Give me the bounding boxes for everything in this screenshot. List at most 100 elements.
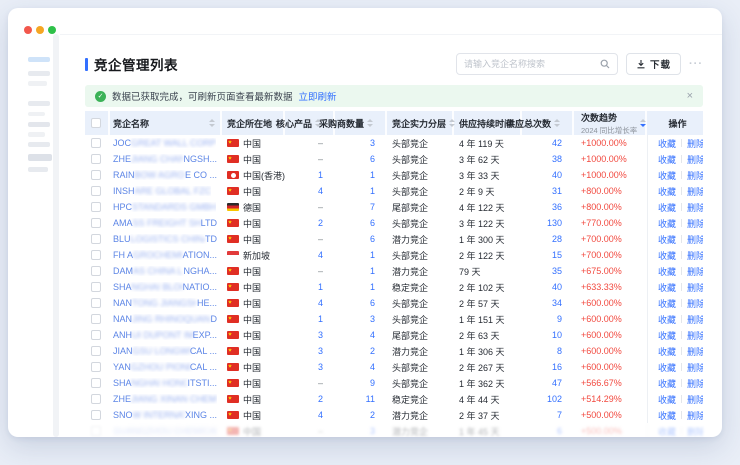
action-divider xyxy=(681,283,682,291)
company-name-link[interactable]: AMASS FREIGHT SHANGHAI CO LTD xyxy=(113,218,217,228)
favorite-link[interactable]: 收藏 xyxy=(658,425,676,438)
delete-link[interactable]: 删除 xyxy=(687,409,703,422)
delete-link[interactable]: 删除 xyxy=(687,281,703,294)
favorite-link[interactable]: 收藏 xyxy=(658,217,676,230)
row-checkbox[interactable] xyxy=(91,234,101,244)
row-checkbox[interactable] xyxy=(91,186,101,196)
delete-link[interactable]: 删除 xyxy=(687,345,703,358)
company-name-link[interactable]: DAMAS CHINA LIMITED SHANGHA... xyxy=(113,266,217,276)
column-header[interactable]: 采购商数量 xyxy=(335,111,387,135)
delete-link[interactable]: 删除 xyxy=(687,233,703,246)
search-icon[interactable] xyxy=(600,59,610,69)
company-name-link[interactable]: ANHUI DUPONT IMPORT AND EXP... xyxy=(113,330,217,340)
company-name-link[interactable]: ZHEJIANG CHANGXING ZHONGSH... xyxy=(113,154,217,164)
row-checkbox[interactable] xyxy=(91,282,101,292)
delete-link[interactable]: 删除 xyxy=(687,265,703,278)
favorite-link[interactable]: 收藏 xyxy=(658,265,676,278)
favorite-link[interactable]: 收藏 xyxy=(658,297,676,310)
delete-link[interactable]: 删除 xyxy=(687,137,703,150)
select-all-checkbox[interactable] xyxy=(91,118,101,128)
delete-link[interactable]: 删除 xyxy=(687,217,703,230)
company-name-link[interactable]: SHANGHAI BLOOMING INTERNATIO... xyxy=(113,282,217,292)
delete-link[interactable]: 删除 xyxy=(687,329,703,342)
more-options-icon[interactable]: ··· xyxy=(689,58,703,70)
search-box[interactable] xyxy=(456,53,618,75)
favorite-link[interactable]: 收藏 xyxy=(658,345,676,358)
row-checkbox[interactable] xyxy=(91,346,101,356)
delete-link[interactable]: 删除 xyxy=(687,185,703,198)
sort-icon[interactable] xyxy=(640,119,646,127)
country-flag-icon xyxy=(227,315,239,323)
company-name-link[interactable]: HPC STANDARDS GMBH xyxy=(113,202,216,212)
row-checkbox[interactable] xyxy=(91,170,101,180)
favorite-link[interactable]: 收藏 xyxy=(658,169,676,182)
row-checkbox[interactable] xyxy=(91,378,101,388)
delete-link[interactable]: 删除 xyxy=(687,169,703,182)
company-name-link[interactable]: SNOW INTERNATIONAL TRAXING ... xyxy=(113,410,217,420)
row-checkbox[interactable] xyxy=(91,298,101,308)
company-name-link[interactable]: YANGZHOU PIONEER CHEMICAL ... xyxy=(113,362,217,372)
company-name-link[interactable]: NANJING RHINOQUAN CO LTD xyxy=(113,314,217,324)
favorite-link[interactable]: 收藏 xyxy=(658,233,676,246)
refresh-now-link[interactable]: 立即刷新 xyxy=(299,89,337,103)
delete-link[interactable]: 删除 xyxy=(687,393,703,406)
favorite-link[interactable]: 收藏 xyxy=(658,249,676,262)
company-name-link[interactable]: GUANGZHOU CHEMICAL TRADING xyxy=(113,426,217,436)
row-checkbox[interactable] xyxy=(91,266,101,276)
delete-link[interactable]: 删除 xyxy=(687,201,703,214)
favorite-link[interactable]: 收藏 xyxy=(658,361,676,374)
action-divider xyxy=(681,379,682,387)
delete-link[interactable]: 删除 xyxy=(687,377,703,390)
favorite-link[interactable]: 收藏 xyxy=(658,185,676,198)
sort-icon[interactable] xyxy=(209,119,215,127)
favorite-link[interactable]: 收藏 xyxy=(658,313,676,326)
row-checkbox[interactable] xyxy=(91,330,101,340)
favorite-link[interactable]: 收藏 xyxy=(658,377,676,390)
delete-link[interactable]: 删除 xyxy=(687,425,703,438)
row-checkbox[interactable] xyxy=(91,410,101,420)
row-checkbox[interactable] xyxy=(91,138,101,148)
maximize-window-icon[interactable] xyxy=(48,26,56,34)
company-name-link[interactable]: FH AGROCHEMICAL INTERNATION... xyxy=(113,250,217,260)
row-checkbox[interactable] xyxy=(91,314,101,324)
sort-icon[interactable] xyxy=(554,119,560,127)
company-name-link[interactable]: RAINBOW AGROCHEMICALS TE CO ... xyxy=(113,170,217,180)
favorite-link[interactable]: 收藏 xyxy=(658,153,676,166)
column-header[interactable]: 供应总次数 xyxy=(522,111,574,135)
search-input[interactable] xyxy=(464,59,600,69)
row-checkbox[interactable] xyxy=(91,154,101,164)
row-checkbox[interactable] xyxy=(91,250,101,260)
favorite-link[interactable]: 收藏 xyxy=(658,393,676,406)
column-header[interactable]: 竞企实力分层 xyxy=(387,111,454,135)
download-button[interactable]: 下载 xyxy=(626,53,681,75)
company-name-link[interactable]: NANTONG JIANGSHAN AGROCHE... xyxy=(113,298,217,308)
favorite-link[interactable]: 收藏 xyxy=(658,329,676,342)
row-checkbox[interactable] xyxy=(91,202,101,212)
company-name-link[interactable]: JIANGSU LONGWELL CHEMICAL ... xyxy=(113,346,217,356)
company-name-link[interactable]: JOC GREAT WALL CORP xyxy=(113,138,216,148)
company-name-link[interactable]: BLU LOGISTICS CHINA CO LTD xyxy=(113,234,217,244)
column-header[interactable]: 竞企名称 xyxy=(110,111,222,135)
favorite-link[interactable]: 收藏 xyxy=(658,409,676,422)
close-window-icon[interactable] xyxy=(24,26,32,34)
row-checkbox[interactable] xyxy=(91,394,101,404)
delete-link[interactable]: 删除 xyxy=(687,297,703,310)
delete-link[interactable]: 删除 xyxy=(687,153,703,166)
alert-close-icon[interactable]: × xyxy=(687,91,693,102)
favorite-link[interactable]: 收藏 xyxy=(658,201,676,214)
row-checkbox[interactable] xyxy=(91,362,101,372)
supply-total-count: 9 xyxy=(522,311,574,327)
company-name-link[interactable]: SHANGHAI HONGLIANG LOGITSTI... xyxy=(113,378,217,388)
sort-icon[interactable] xyxy=(367,119,373,127)
favorite-link[interactable]: 收藏 xyxy=(658,281,676,294)
delete-link[interactable]: 删除 xyxy=(687,313,703,326)
column-header[interactable]: 次数趋势2024 同比增长率 xyxy=(574,111,647,135)
row-checkbox[interactable] xyxy=(91,218,101,228)
favorite-link[interactable]: 收藏 xyxy=(658,137,676,150)
delete-link[interactable]: 删除 xyxy=(687,361,703,374)
company-name-link[interactable]: ZHEJIANG XINAN CHEMICAL xyxy=(113,394,217,404)
row-checkbox[interactable] xyxy=(91,426,101,436)
company-name-link[interactable]: INSHARE GLOBAL FZC xyxy=(113,186,211,196)
delete-link[interactable]: 删除 xyxy=(687,249,703,262)
minimize-window-icon[interactable] xyxy=(36,26,44,34)
